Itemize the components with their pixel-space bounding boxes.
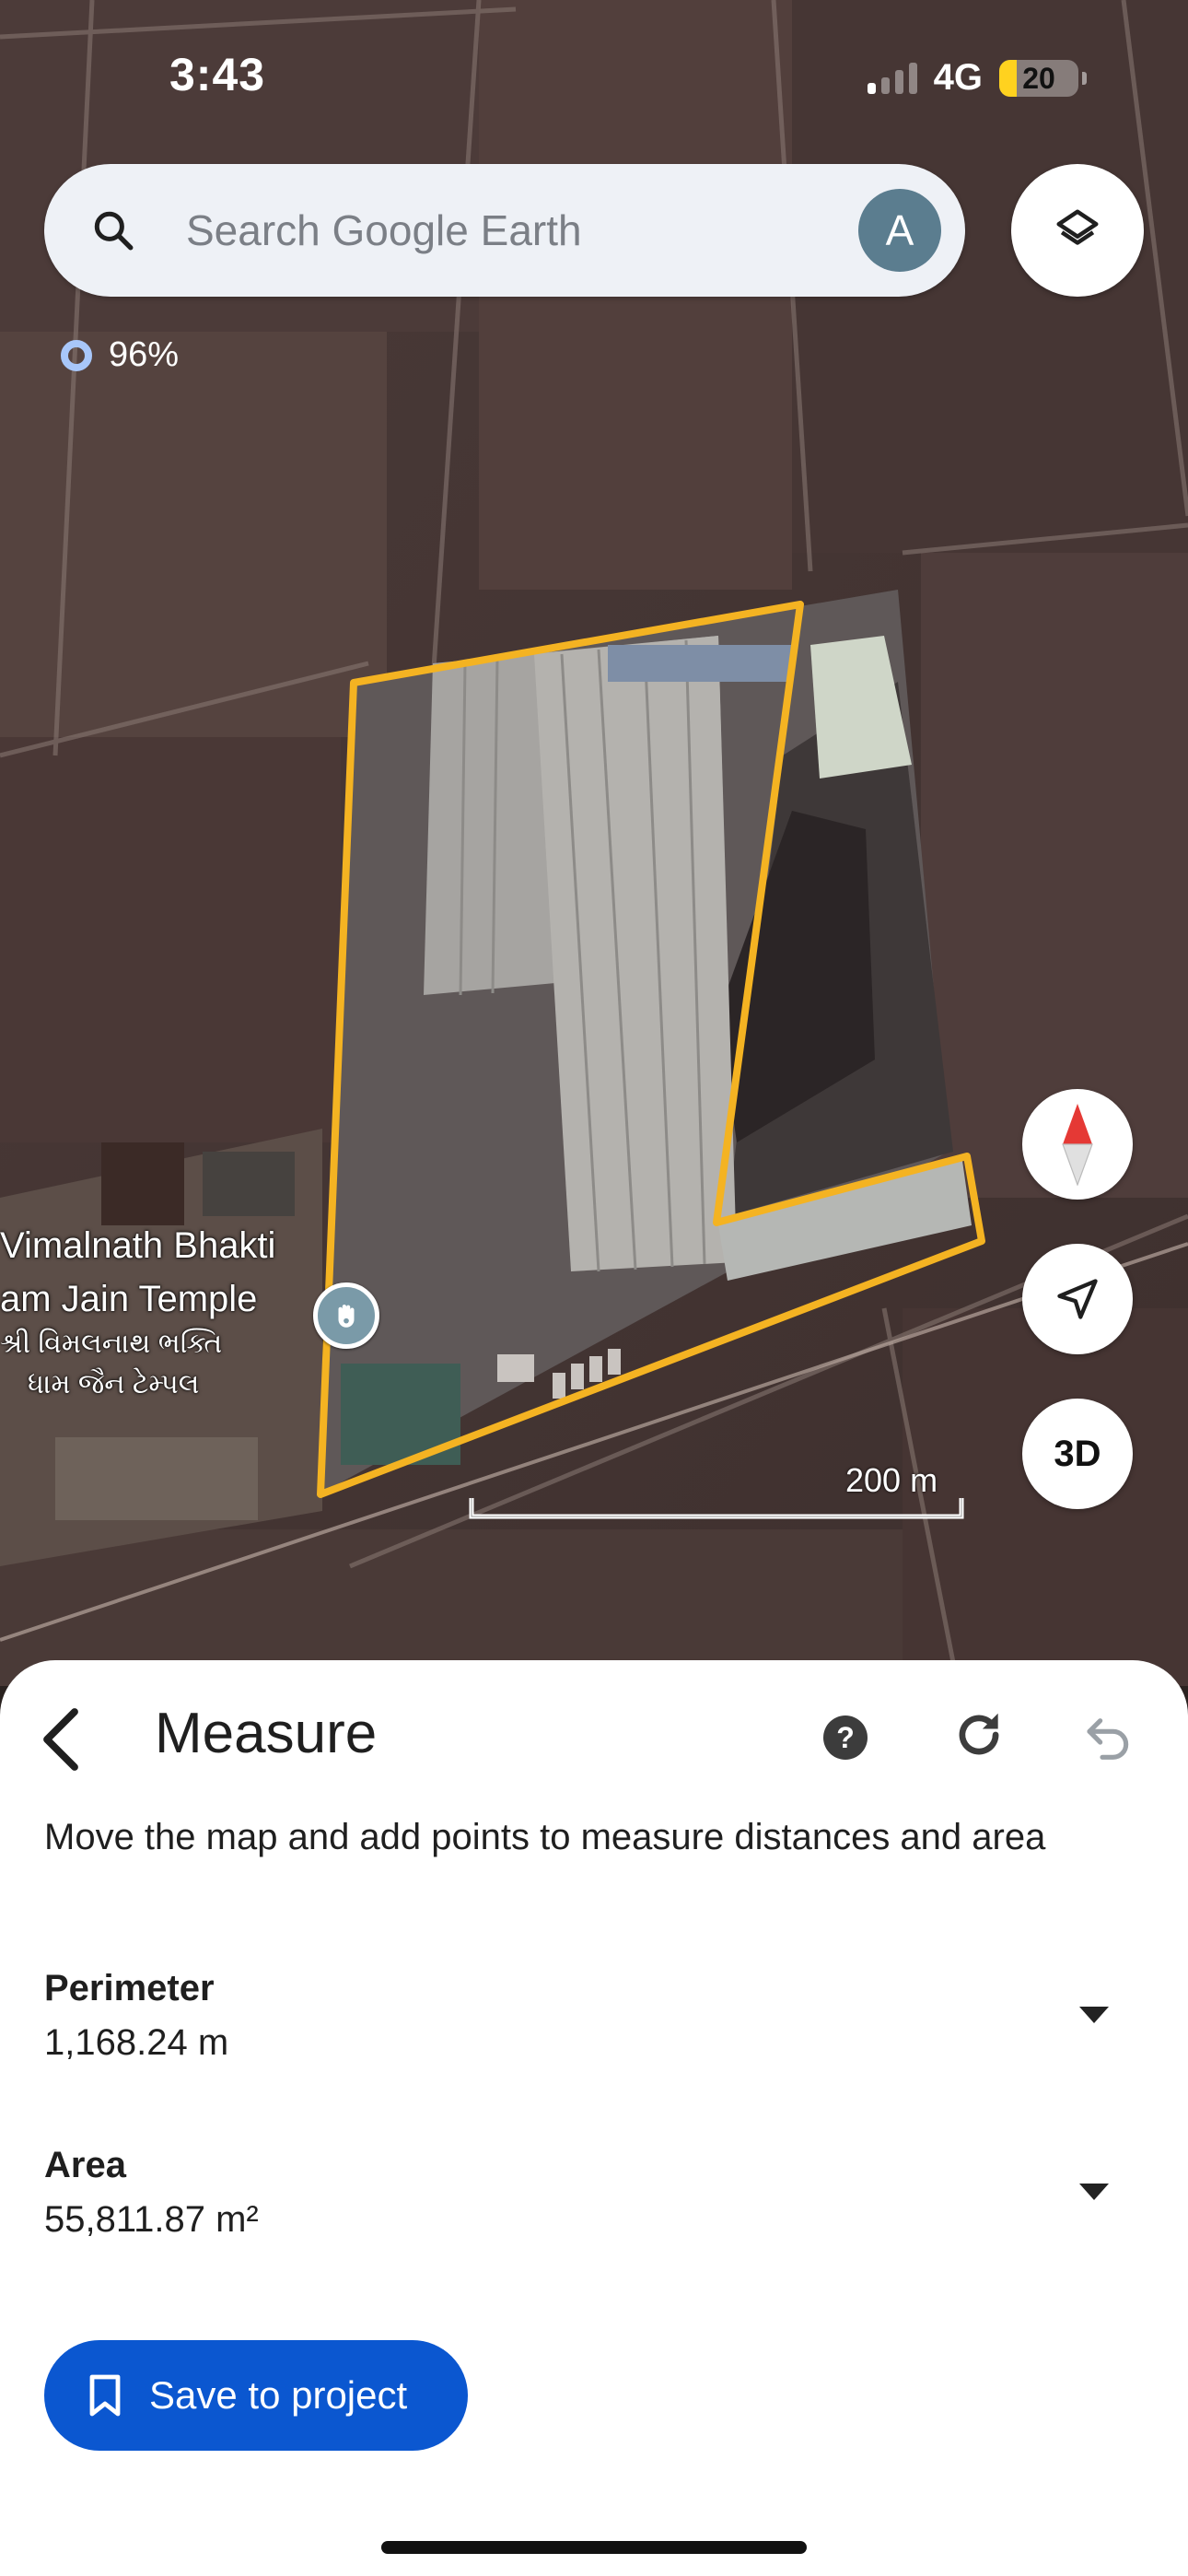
search-bar[interactable]: Search Google Earth A [44, 164, 965, 297]
navigation-arrow-icon [1057, 1279, 1098, 1319]
reset-button[interactable] [950, 1706, 1007, 1763]
place-label-line-3[interactable]: શ્રી વિમલનાથ ભક્તિ [0, 1329, 222, 1360]
account-avatar[interactable]: A [858, 189, 941, 272]
3d-toggle-button[interactable]: 3D [1022, 1399, 1133, 1509]
back-button[interactable] [33, 1706, 88, 1773]
area-value: 55,811.87 m² [44, 2199, 259, 2240]
layers-icon [1056, 209, 1099, 245]
satellite-map[interactable]: 3:43 4G 20 Search Google Earth A 96% Vim… [0, 0, 1188, 1686]
status-indicators: 4G 20 [867, 57, 1087, 99]
place-label-line-1[interactable]: Vimalnath Bhakti [0, 1225, 275, 1267]
perimeter-row[interactable]: Perimeter 1,168.24 m [44, 1968, 1140, 2088]
area-label: Area [44, 2145, 126, 2185]
temple-pin-icon[interactable] [313, 1282, 379, 1349]
measure-instructions: Move the map and add points to measure d… [44, 1817, 1046, 1857]
save-button-label: Save to project [149, 2373, 408, 2417]
perimeter-value: 1,168.24 m [44, 2022, 229, 2063]
compass-button[interactable] [1022, 1089, 1133, 1200]
perimeter-label: Perimeter [44, 1968, 215, 2008]
battery-icon: 20 [999, 59, 1078, 97]
my-location-button[interactable] [1022, 1244, 1133, 1354]
scale-label: 200 m [845, 1461, 938, 1499]
area-row[interactable]: Area 55,811.87 m² [44, 2145, 1140, 2265]
battery-level: 20 [1022, 61, 1055, 95]
search-icon [94, 211, 134, 251]
home-indicator[interactable] [381, 2541, 807, 2554]
perimeter-unit-dropdown-icon[interactable] [1079, 2007, 1109, 2023]
battery-tip [1082, 71, 1087, 85]
area-unit-dropdown-icon[interactable] [1079, 2184, 1109, 2200]
network-type: 4G [933, 57, 983, 98]
place-label-line-2[interactable]: am Jain Temple [0, 1279, 257, 1320]
signal-icon [867, 62, 917, 94]
panel-title: Measure [155, 1702, 378, 1765]
undo-button[interactable] [1083, 1712, 1135, 1760]
search-input[interactable]: Search Google Earth [186, 205, 858, 255]
bookmark-icon [89, 2374, 121, 2417]
status-time: 3:43 [169, 49, 266, 100]
hand-icon [338, 1304, 355, 1328]
save-to-project-button[interactable]: Save to project [44, 2340, 468, 2451]
help-button[interactable]: ? [823, 1715, 868, 1760]
place-label-line-4[interactable]: ધામ જૈન ટેમ્પલ [28, 1369, 199, 1400]
layers-button[interactable] [1011, 164, 1144, 297]
loading-progress: 96% [109, 335, 180, 374]
loading-ring-icon [61, 339, 92, 371]
measure-header: Measure ? [0, 1660, 1188, 1808]
compass-icon [1062, 1104, 1093, 1186]
loading-indicator: 96% [61, 335, 179, 375]
measure-panel: Measure ? Move the map and add points to… [0, 1660, 1188, 2576]
